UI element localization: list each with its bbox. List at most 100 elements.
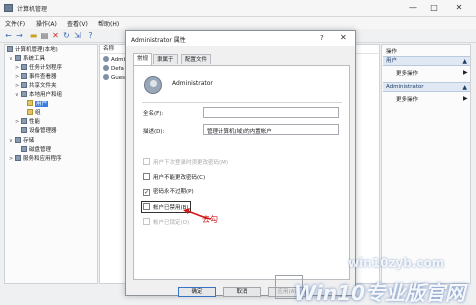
export-icon[interactable]: ⇲ (73, 31, 82, 40)
maximize-button[interactable]: □ (427, 3, 441, 13)
description-label: 描述(D): (143, 129, 165, 135)
help-icon[interactable]: ? (86, 31, 95, 40)
list-item[interactable]: Gues (103, 74, 125, 83)
storage-icon (15, 137, 21, 143)
watermark-site: win10zyb.com (348, 256, 445, 270)
back-icon[interactable]: ← (4, 31, 13, 40)
checkbox-box[interactable] (143, 173, 150, 180)
tree-item-performance[interactable]: > 性能 (15, 118, 40, 127)
divider (142, 102, 342, 103)
actions-title: 操作 (386, 49, 398, 55)
event-log-icon (21, 73, 27, 79)
chevron-down-icon[interactable]: ∨ (15, 91, 20, 100)
chevron-down-icon[interactable]: ∨ (9, 55, 14, 64)
annotation-text: 去勾 (202, 215, 218, 224)
fullname-input[interactable] (203, 107, 339, 118)
chevron-right-icon[interactable]: > (15, 82, 20, 91)
tab-member-of[interactable]: 隶属于 (153, 54, 178, 64)
checkbox-box[interactable] (143, 158, 150, 165)
device-manager-icon (21, 127, 27, 133)
tree-item-computer-management[interactable]: 计算机管理(本地) (7, 46, 58, 55)
cannot-change-password-checkbox[interactable]: 用户不能更改密码(C) (143, 173, 205, 181)
clock-icon (21, 64, 27, 70)
tree-item-users[interactable]: 用户 (27, 100, 49, 109)
services-icon (15, 155, 21, 161)
delete-icon[interactable]: ✕ (51, 31, 60, 40)
window-title: 计算机管理 (17, 6, 48, 13)
checkbox-box[interactable] (143, 203, 150, 210)
disk-icon (21, 146, 27, 152)
tree-item-task-scheduler[interactable]: > 任务计划程序 (15, 64, 62, 73)
actions-section-administrator[interactable]: Administrator ▲ (383, 82, 470, 92)
users-group-icon (21, 91, 27, 97)
menu-view[interactable]: 查看(V) (67, 19, 88, 28)
description-input[interactable]: 管理计算机(域)的内置帐户 (203, 124, 339, 135)
minimize-button[interactable]: — (406, 3, 420, 13)
menu-help[interactable]: 帮助(H) (98, 19, 119, 28)
title-bar: 计算机管理 — □ ✕ (0, 0, 476, 17)
checkmark-icon[interactable]: ✓ (143, 189, 150, 196)
tree-item-shared-folders[interactable]: > 共享文件夹 (15, 82, 57, 91)
forward-icon[interactable]: → (15, 31, 24, 40)
folder-icon[interactable]: ▬ (29, 31, 38, 40)
collapse-up-icon[interactable]: ▲ (462, 57, 467, 66)
tab-general[interactable]: 常规 (133, 53, 153, 65)
user-avatar-icon (144, 76, 162, 94)
shared-folder-icon (21, 82, 27, 88)
dialog-tabs: 常规 隶属于 配置文件 (133, 53, 353, 65)
actions-pane: 操作 用户 ▲ 更多操作 ▶ Administrator ▲ 更多操作 ▶ (381, 44, 471, 284)
submenu-arrow-icon: ▶ (463, 95, 468, 102)
list-item[interactable]: Admi (103, 56, 125, 65)
must-change-password-checkbox[interactable]: 用户下次登录时须更改密码(M) (143, 158, 228, 166)
chevron-right-icon[interactable]: > (15, 73, 20, 82)
tree-item-local-users-groups[interactable]: ∨ 本地用户和组 (15, 91, 62, 100)
tree-item-device-manager[interactable]: 设备管理器 (21, 127, 57, 136)
chevron-right-icon[interactable]: > (9, 155, 14, 164)
action-more-actions[interactable]: 更多操作 ▶ (396, 95, 468, 103)
dialog-title-bar: Administrator 属性 ? ✕ (126, 31, 355, 46)
chevron-right-icon[interactable]: > (15, 118, 20, 127)
tools-icon (15, 55, 21, 61)
menu-bar: 文件(F) 操作(A) 查看(V) 帮助(H) (0, 17, 476, 29)
general-tab-panel: Administrator 全名(F): 描述(D): 管理计算机(域)的内置帐… (133, 65, 350, 280)
checkbox-box[interactable] (143, 218, 150, 225)
fullname-label: 全名(F): (143, 111, 164, 117)
menu-action[interactable]: 操作(A) (36, 19, 57, 28)
tree-item-groups[interactable]: 组 (27, 109, 41, 118)
user-icon (103, 74, 109, 80)
navigation-tree: 计算机管理(本地) ∨ 系统工具 > 任务计划程序 > 事件查看器 > 共享文件夹 ∨ 本… (4, 44, 98, 284)
computer-icon (7, 46, 13, 52)
tree-item-disk-management[interactable]: 磁盘管理 (21, 146, 51, 155)
tree-item-system-tools[interactable]: ∨ 系统工具 (9, 55, 45, 64)
performance-icon (21, 118, 27, 124)
watermark-brand: Win10专业版官网 (294, 281, 465, 305)
tree-item-event-viewer[interactable]: > 事件查看器 (15, 73, 57, 82)
dialog-title: Administrator 属性 (131, 37, 186, 44)
menu-file[interactable]: 文件(F) (5, 19, 25, 28)
user-icon (103, 56, 109, 62)
refresh-icon[interactable]: ↻ (62, 31, 71, 40)
properties-icon[interactable]: ▤ (40, 31, 49, 40)
chevron-down-icon[interactable]: ∨ (9, 137, 14, 146)
list-item[interactable]: Defa (103, 65, 124, 74)
user-name: Administrator (172, 80, 213, 87)
submenu-arrow-icon: ▶ (463, 69, 468, 76)
administrator-properties-dialog: Administrator 属性 ? ✕ 常规 隶属于 配置文件 Adminis… (125, 30, 356, 297)
ok-button[interactable]: 确定 (178, 287, 216, 297)
close-button[interactable]: ✕ (452, 3, 466, 13)
tree-item-services-applications[interactable]: > 服务和应用程序 (9, 155, 62, 164)
help-icon[interactable]: ? (320, 34, 324, 42)
tab-profile[interactable]: 配置文件 (181, 54, 212, 64)
cancel-button[interactable]: 取消 (223, 287, 261, 297)
chevron-right-icon[interactable]: > (15, 64, 20, 73)
folder-icon (27, 109, 33, 115)
action-more-actions[interactable]: 更多操作 ▶ (396, 69, 468, 77)
collapse-up-icon[interactable]: ▲ (462, 83, 467, 92)
folder-icon (27, 100, 33, 106)
tree-item-storage[interactable]: ∨ 存储 (9, 137, 34, 146)
computer-management-icon (4, 4, 13, 12)
user-icon (103, 65, 109, 71)
actions-section-users[interactable]: 用户 ▲ (383, 56, 470, 66)
password-never-expires-checkbox[interactable]: ✓ 密码永不过期(P) (143, 188, 194, 196)
dialog-close-button[interactable]: ✕ (340, 33, 347, 42)
